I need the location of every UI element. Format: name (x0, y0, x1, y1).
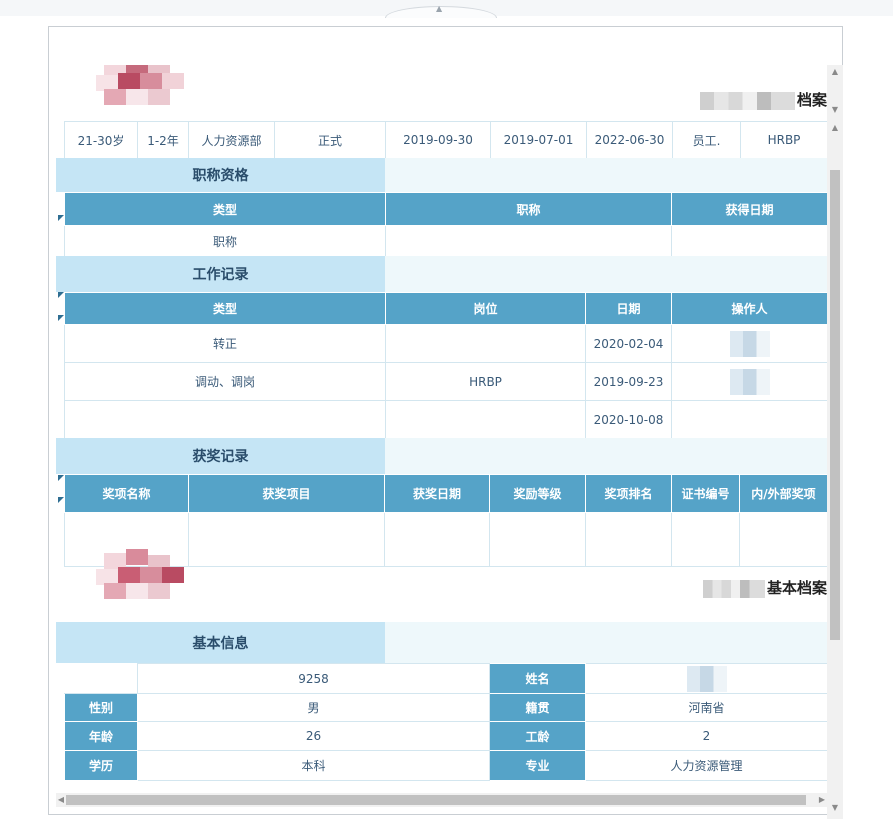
company-logo-1 (96, 65, 184, 109)
work-title: 工作记录 (56, 256, 385, 292)
col-type: 类型 (64, 292, 386, 325)
awards-title: 获奖记录 (56, 438, 385, 474)
table-row: 转正 2020-02-04 (64, 324, 827, 363)
qualification-caption: 职称资格 (56, 158, 827, 192)
basic-info-table: 9258 姓名 性别 男 籍贯 河南省 年龄 26 工龄 2 学历 本科 专业 … (64, 663, 827, 781)
table-row: 9258 姓名 (64, 663, 827, 694)
archive-title-2: 基本档案 (702, 577, 827, 598)
awards-caption: 获奖记录 (56, 438, 827, 474)
redacted-operator (729, 368, 770, 395)
top-bar: ▲ (0, 0, 893, 18)
vertical-scrollbar[interactable]: ▲ ▼ ▲ ▼ (827, 65, 843, 819)
scroll-left-arrow-icon[interactable]: ◀ (56, 793, 66, 807)
work-table: 类型 岗位 日期 操作人 转正 2020-02-04 调动、调岗 HRBP 20… (64, 292, 827, 439)
col-date: 获得日期 (671, 192, 827, 226)
scroll-down-arrow-icon[interactable]: ▼ (830, 103, 840, 117)
col-certificate: 证书编号 (671, 474, 740, 513)
col-operator: 操作人 (671, 292, 827, 325)
horizontal-scrollbar[interactable]: ◀ ▶ (56, 793, 827, 807)
col-award-level: 奖励等级 (489, 474, 586, 513)
collapse-tab[interactable]: ▲ (385, 4, 497, 18)
table-row: 调动、调岗 HRBP 2019-09-23 (64, 362, 827, 401)
company-logo-2 (96, 549, 184, 599)
qualification-title: 职称资格 (56, 158, 385, 192)
employee-summary-row: 21-30岁 1-2年 人力资源部 正式 2019-09-30 2019-07-… (64, 121, 827, 159)
scroll-up-arrow-icon[interactable]: ▲ (830, 65, 840, 79)
date-3: 2022-06-30 (586, 121, 673, 159)
scroll-down-arrow-icon[interactable]: ▼ (830, 801, 840, 815)
age-range: 21-30岁 (64, 121, 138, 159)
archive-viewport: 档案 21-30岁 1-2年 人力资源部 正式 2019-09-30 2019-… (56, 65, 827, 819)
department: 人力资源部 (188, 121, 275, 159)
col-award-date: 获奖日期 (384, 474, 490, 513)
work-caption: 工作记录 (56, 256, 827, 292)
basic-caption: 基本信息 (56, 622, 827, 663)
col-award-rank: 奖项排名 (585, 474, 672, 513)
col-type: 类型 (64, 192, 386, 226)
collapse-tab-arrow-icon: ▲ (436, 4, 443, 13)
table-row: 职称 (64, 225, 827, 257)
qualification-table: 类型 职称 获得日期 职称 (64, 192, 827, 257)
employee-id: 9258 (137, 663, 490, 694)
date-1: 2019-09-30 (385, 121, 491, 159)
employment-status: 正式 (274, 121, 386, 159)
table-row: 年龄 26 工龄 2 (64, 721, 827, 751)
table-row: 2020-10-08 (64, 400, 827, 439)
horizontal-scroll-thumb[interactable] (66, 795, 806, 805)
archive-frame: 档案 21-30岁 1-2年 人力资源部 正式 2019-09-30 2019-… (48, 26, 843, 819)
redacted-operator (729, 330, 770, 357)
vertical-scroll-thumb[interactable] (830, 170, 840, 640)
table-row: 学历 本科 专业 人力资源管理 (64, 750, 827, 781)
col-date: 日期 (585, 292, 672, 325)
table-row: 性别 男 籍贯 河南省 (64, 693, 827, 722)
date-2: 2019-07-01 (490, 121, 587, 159)
archive-header-2: 基本档案 (64, 549, 827, 609)
col-title: 职称 (385, 192, 672, 226)
col-award-name: 奖项名称 (64, 474, 189, 513)
scroll-up-arrow-icon[interactable]: ▲ (830, 121, 840, 135)
col-internal-external: 内/外部奖项 (739, 474, 827, 513)
col-post: 岗位 (385, 292, 586, 325)
col-award-project: 获奖项目 (188, 474, 385, 513)
name-label: 姓名 (489, 663, 586, 694)
basic-title: 基本信息 (56, 622, 385, 663)
tenure-range: 1-2年 (137, 121, 189, 159)
redacted-name (686, 665, 727, 692)
scroll-right-arrow-icon[interactable]: ▶ (817, 793, 827, 807)
archive-title-1: 档案 (699, 89, 827, 110)
archive-header-1: 档案 (64, 65, 827, 119)
employee-type: 员工. (672, 121, 741, 159)
position: HRBP (740, 121, 827, 159)
employee-summary-table: 21-30岁 1-2年 人力资源部 正式 2019-09-30 2019-07-… (64, 121, 827, 159)
